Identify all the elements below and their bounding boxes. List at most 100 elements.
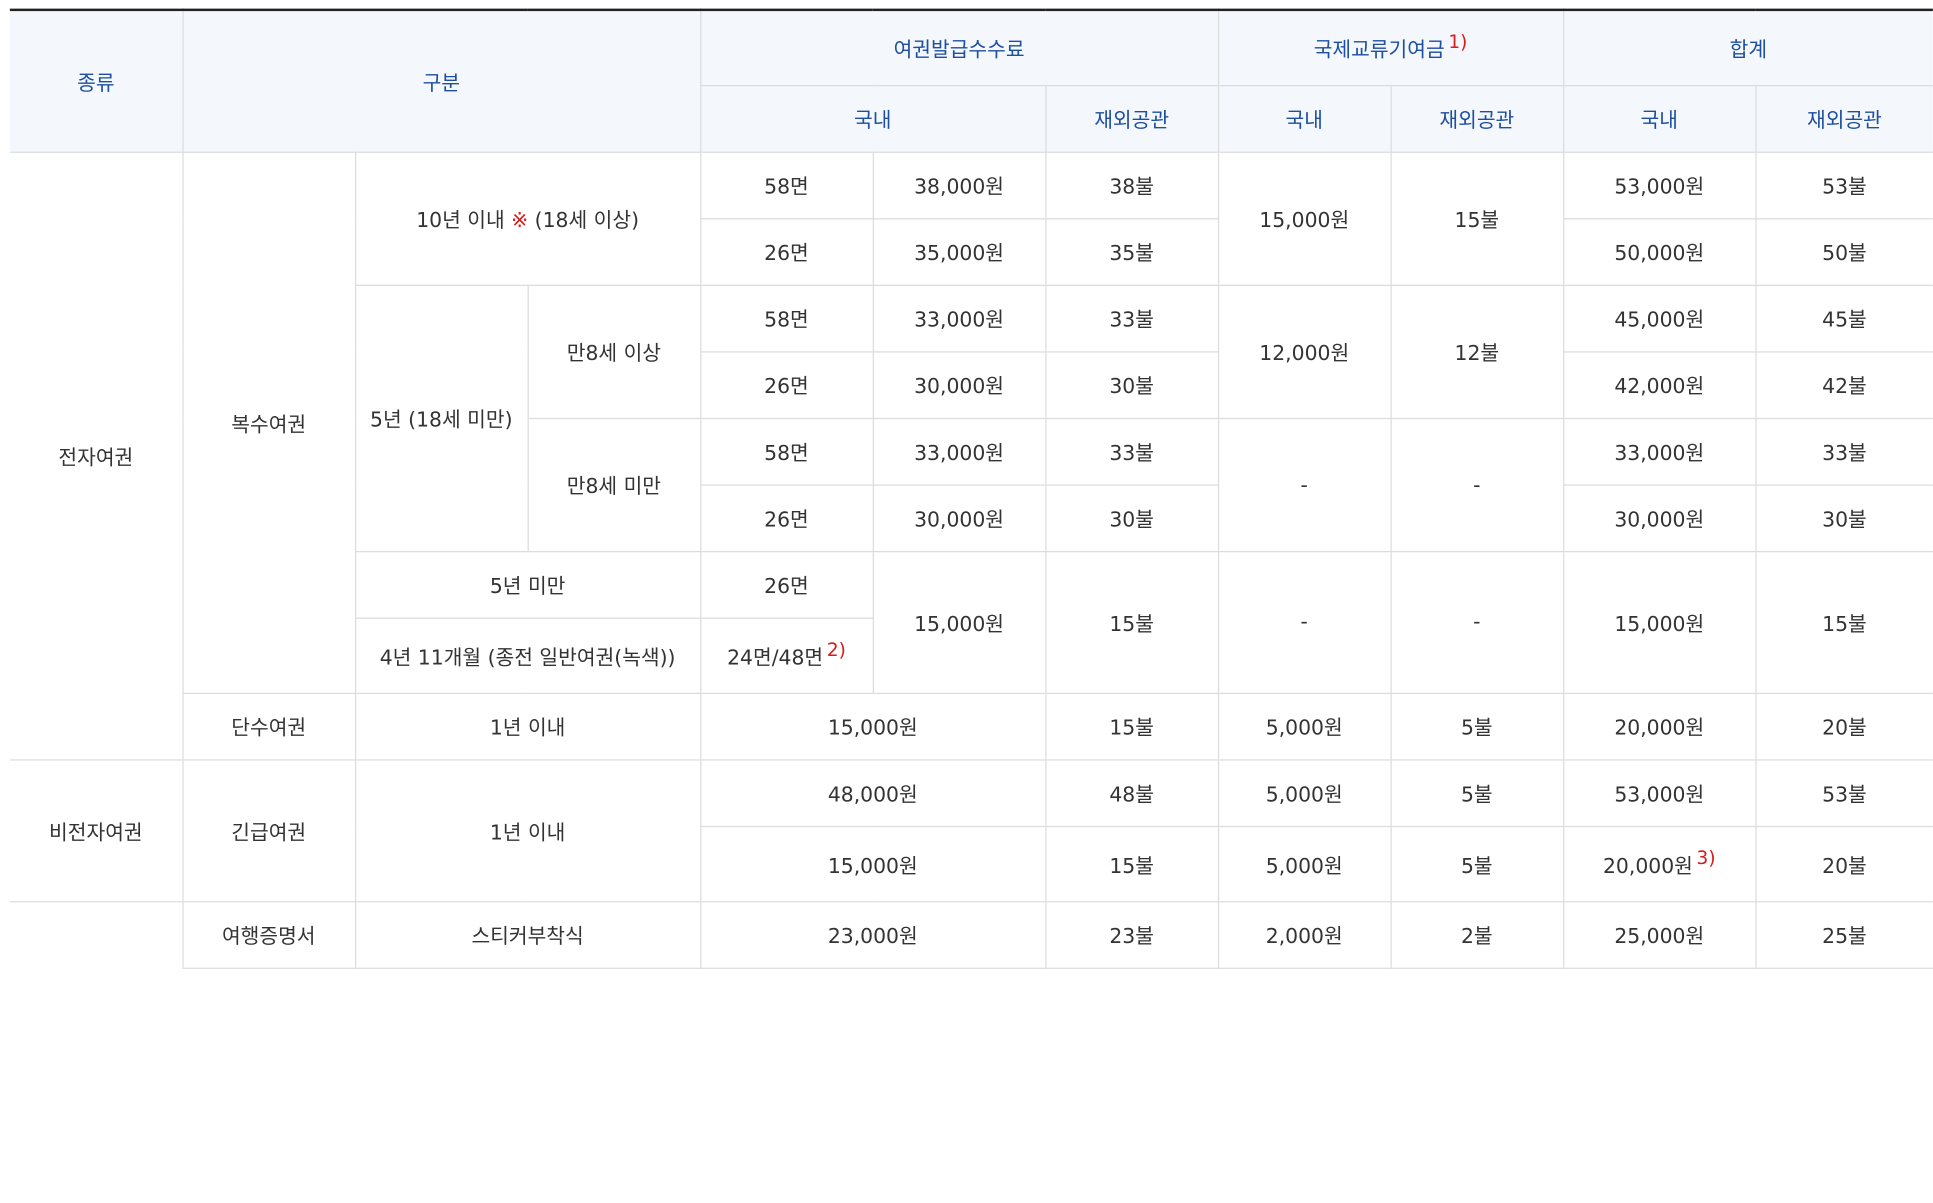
header-fee-domestic: 국내 <box>700 84 1046 153</box>
pages-58: 58면 <box>699 417 874 486</box>
sub-five-years: 5년 (18세 미만) <box>355 284 529 552</box>
sub-age8-over: 만8세 이상 <box>526 284 701 419</box>
cell-value: 20,000원 <box>1602 853 1693 878</box>
sub-ten-years: 10년 이내 ※ (18세 이상) <box>354 151 701 286</box>
sub-one-year: 1년 이내 <box>354 758 701 902</box>
cell: 33,000원 <box>872 284 1046 352</box>
cell: 30,000원 <box>1562 483 1757 552</box>
header-total: 합계 <box>1562 9 1933 86</box>
cell: 48,000원 <box>699 758 1046 827</box>
cell: 50불 <box>1754 217 1933 286</box>
header-row-1: 종류 구분 여권발급수수료 국제교류기여금 1) 합계 <box>9 9 1933 153</box>
header-intl-label: 국제교류기여금 <box>1313 37 1445 62</box>
cell: 20,000원 3) <box>1562 825 1757 902</box>
cell: 30불 <box>1044 350 1219 419</box>
cell: 15,000원 <box>1562 550 1757 694</box>
cell: 25,000원 <box>1562 900 1757 969</box>
cell: 30불 <box>1754 483 1933 552</box>
cell: - <box>1217 550 1392 694</box>
footnote-1: 1) <box>1448 31 1468 54</box>
cell: 38불 <box>1044 151 1219 219</box>
cell: 30불 <box>1044 483 1219 552</box>
sub-ten-years-age: (18세 이상) <box>534 208 640 232</box>
cell: 15불 <box>1754 550 1933 694</box>
cell: 53,000원 <box>1562 758 1757 827</box>
cell: 15불 <box>1389 151 1564 286</box>
cell: 53불 <box>1754 758 1933 827</box>
table-row: 비전자여권 긴급여권 1년 이내 48,000원 48불 5,000원 5불 5… <box>9 758 1933 902</box>
header-total-domestic: 국내 <box>1562 84 1757 153</box>
header-intl-contribution: 국제교류기여금 1) <box>1217 9 1564 86</box>
cell: 50,000원 <box>1562 217 1757 286</box>
cell: 35불 <box>1044 217 1219 286</box>
cell: 15,000원 <box>700 825 1046 902</box>
cell: 33불 <box>1044 284 1219 352</box>
cell: 33,000원 <box>1562 417 1757 486</box>
footnote-2: 2) <box>826 638 846 661</box>
header-total-overseas: 재외공관 <box>1754 84 1933 153</box>
cell: 15,000원 <box>1217 151 1392 286</box>
cell: 20불 <box>1754 692 1933 760</box>
sub-sticker: 스티커부착식 <box>354 900 701 969</box>
cell: 48불 <box>1044 758 1219 827</box>
sub-age8-under: 만8세 미만 <box>527 417 701 552</box>
cell: 45불 <box>1754 284 1933 352</box>
cell: 38,000원 <box>872 151 1046 219</box>
cell: 5,000원 <box>1217 758 1392 827</box>
group-electronic: 전자여권 <box>9 151 184 760</box>
cell: - <box>1217 417 1392 552</box>
sub-one-year: 1년 이내 <box>354 692 701 760</box>
cell: 5불 <box>1389 758 1564 827</box>
cell: - <box>1389 417 1564 552</box>
cell: 12,000원 <box>1217 284 1392 419</box>
note-mark: ※ <box>511 208 529 232</box>
pages-26: 26면 <box>700 350 874 419</box>
group-non-electronic: 비전자여권 <box>9 758 184 902</box>
cell: 42불 <box>1754 350 1933 419</box>
cell: 30,000원 <box>872 483 1046 552</box>
cell: 35,000원 <box>872 217 1046 286</box>
cell: - <box>1389 550 1564 694</box>
pages-26: 26면 <box>699 550 874 619</box>
cell: 2,000원 <box>1217 900 1392 969</box>
cell: 2불 <box>1389 900 1564 969</box>
pages-58: 58면 <box>699 151 874 219</box>
cell: 12불 <box>1389 284 1564 419</box>
cell: 15불 <box>1044 692 1219 760</box>
cell: 45,000원 <box>1562 284 1757 352</box>
pages-26: 26면 <box>700 483 874 552</box>
cell: 20불 <box>1754 825 1933 902</box>
cell: 5불 <box>1389 825 1564 902</box>
cell: 33,000원 <box>872 417 1046 486</box>
cell: 20,000원 <box>1562 692 1757 760</box>
group-emergency: 긴급여권 <box>181 758 356 902</box>
cell: 15불 <box>1044 825 1219 902</box>
header-intl-overseas: 재외공관 <box>1389 84 1564 153</box>
cell: 15,000원 <box>699 692 1046 760</box>
cell: 33불 <box>1754 417 1933 486</box>
sub-green-passport: 4년 11개월 (종전 일반여권(녹색)) <box>355 616 701 694</box>
header-fee-overseas: 재외공관 <box>1044 84 1219 153</box>
header-type: 종류 <box>9 9 184 153</box>
cell: 30,000원 <box>872 350 1046 419</box>
footnote-3: 3) <box>1696 846 1716 870</box>
table-row: 단수여권 1년 이내 15,000원 15불 5,000원 5불 20,000원… <box>10 692 1933 760</box>
sub-ten-years-label: 10년 이내 <box>416 208 505 232</box>
content-wrap: 종류 구분 여권발급수수료 국제교류기여금 1) 합계 국내 재외공관 국내 재외… <box>0 0 1933 1203</box>
group-travel-cert: 여행증명서 <box>181 900 356 969</box>
header-intl-domestic: 국내 <box>1217 84 1392 153</box>
pages-24-48-label: 24면/48면 <box>727 645 824 669</box>
cell: 33불 <box>1044 417 1219 486</box>
pages-58: 58면 <box>699 284 874 352</box>
pages-26: 26면 <box>700 217 874 286</box>
group-multi: 복수여권 <box>181 151 356 694</box>
cell: 5,000원 <box>1217 825 1392 902</box>
cell: 15불 <box>1044 550 1219 694</box>
cell: 53,000원 <box>1562 151 1757 219</box>
cell: 53불 <box>1754 151 1933 219</box>
table-row: 여행증명서 스티커부착식 23,000원 23불 2,000원 2불 25,00… <box>9 900 1933 969</box>
empty-cell <box>9 900 184 968</box>
cell: 5,000원 <box>1217 692 1392 760</box>
cell: 23,000원 <box>699 900 1046 969</box>
cell: 23불 <box>1044 900 1219 969</box>
